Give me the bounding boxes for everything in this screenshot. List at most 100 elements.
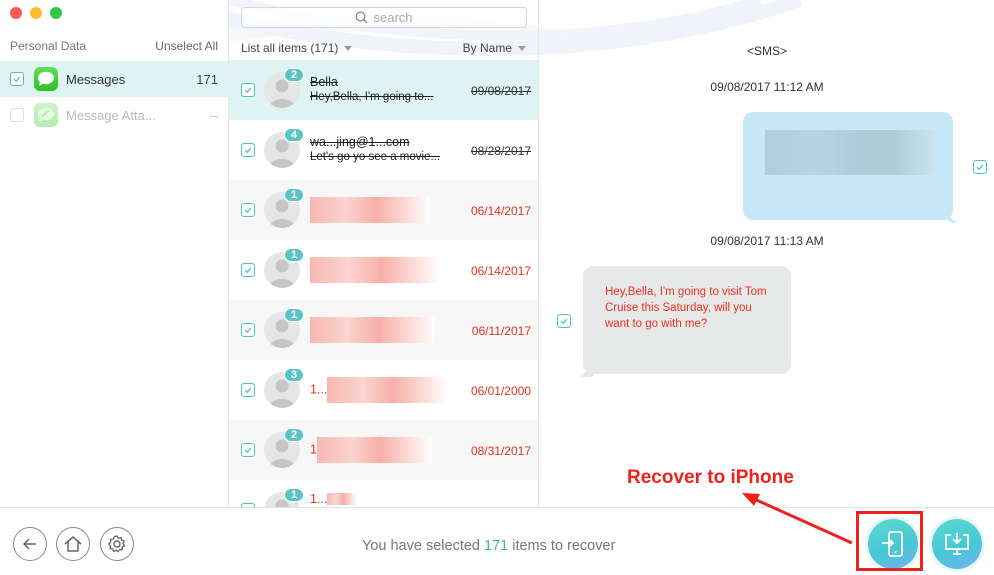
recover-to-computer-button[interactable]	[932, 519, 982, 569]
status-prefix: You have selected	[362, 538, 485, 554]
list-item[interactable]: 4 wa...jing@1...com Let's go yo see a mo…	[229, 120, 538, 180]
message-attachments-checkbox[interactable]	[10, 108, 24, 122]
unselect-all-button[interactable]: Unselect All	[155, 39, 218, 53]
contact-name: Bella	[310, 75, 338, 89]
messages-icon	[34, 67, 58, 91]
message-date: 06/11/2017	[471, 324, 531, 338]
message-text: Hey,Bella, I'm going to visit Tom Cruise…	[605, 286, 767, 330]
selection-status: You have selected 171 items to recover	[362, 538, 615, 554]
redacted-contact	[310, 197, 430, 223]
check-icon	[13, 76, 21, 83]
sidebar-header: Personal Data Unselect All	[10, 39, 218, 53]
message-count-badge: 1	[284, 188, 304, 202]
message-count-badge: 2	[284, 68, 304, 82]
search-icon	[356, 11, 368, 24]
contact-name: 1...	[310, 491, 328, 506]
conversation-pane: <SMS> 09/08/2017 11:12 AM 09/08/2017 11:…	[540, 0, 994, 507]
redacted-contact	[327, 493, 358, 506]
close-window-button[interactable]	[10, 7, 22, 19]
message-checkbox[interactable]	[557, 314, 571, 328]
message-count-badge: 1	[284, 248, 304, 262]
message-list-pane: search List all items (171) By Name 2 Be…	[229, 0, 539, 507]
check-icon	[244, 327, 252, 334]
list-item[interactable]: 2 1 08/31/2017	[229, 420, 538, 480]
incoming-message-bubble: Hey,Bella, I'm going to visit Tom Cruise…	[583, 266, 791, 374]
redacted-contact	[310, 257, 440, 283]
redacted-message-text	[765, 130, 935, 175]
message-date: 09/08/2017	[470, 84, 531, 98]
chevron-down-icon	[518, 46, 526, 52]
back-button[interactable]	[13, 527, 47, 561]
sidebar-item-count: 171	[196, 71, 218, 87]
redacted-contact	[316, 437, 432, 463]
personal-data-label: Personal Data	[10, 39, 87, 53]
selected-count: 171	[484, 538, 509, 554]
list-item[interactable]: 1 06/11/2017	[229, 300, 538, 360]
message-checkbox[interactable]	[973, 160, 987, 174]
recover-to-computer-icon	[945, 533, 969, 555]
check-icon	[560, 318, 568, 325]
messages-checkbox[interactable]	[10, 72, 24, 86]
list-item[interactable]: 2 Bella Hey,Bella, I'm going to... 09/08…	[229, 60, 538, 120]
check-icon	[244, 267, 252, 274]
outgoing-message-bubble	[743, 112, 953, 220]
search-input[interactable]: search	[241, 7, 527, 28]
sidebar-item-messages[interactable]: Messages 171	[0, 61, 228, 97]
check-icon	[244, 207, 252, 214]
list-header: List all items (171) By Name	[241, 41, 526, 55]
sidebar: Personal Data Unselect All Messages 171 …	[0, 0, 229, 507]
list-item[interactable]: 1 06/14/2017	[229, 240, 538, 300]
message-count-badge: 4	[284, 128, 304, 142]
settings-button[interactable]	[100, 527, 134, 561]
annotation-label: Recover to iPhone	[627, 467, 794, 488]
check-icon	[244, 87, 252, 94]
list-item[interactable]: 1 1...	[229, 480, 538, 507]
row-checkbox[interactable]	[241, 143, 255, 157]
row-checkbox[interactable]	[241, 443, 255, 457]
check-icon	[244, 147, 252, 154]
row-checkbox[interactable]	[241, 203, 255, 217]
contact-name: wa...jing@1...com	[310, 135, 410, 149]
window-controls	[10, 7, 62, 19]
sidebar-item-message-attachments[interactable]: Message Atta... --	[0, 97, 228, 133]
message-timestamp: 09/08/2017 11:13 AM	[710, 234, 824, 248]
filter-dropdown[interactable]: List all items (171)	[241, 41, 353, 55]
filter-label: List all items (171)	[241, 41, 339, 55]
sidebar-item-label: Messages	[66, 71, 126, 87]
status-suffix: items to recover	[508, 538, 616, 554]
message-date: 06/01/2000	[470, 384, 531, 398]
list-item[interactable]: 3 1... 06/01/2000	[229, 360, 538, 420]
search-placeholder: search	[373, 10, 413, 25]
row-checkbox[interactable]	[241, 323, 255, 337]
row-checkbox[interactable]	[241, 83, 255, 97]
conversation-title: <SMS>	[746, 44, 788, 58]
home-icon	[64, 536, 82, 552]
conversation-list: 2 Bella Hey,Bella, I'm going to... 09/08…	[229, 60, 538, 507]
recover-to-device-button[interactable]	[868, 519, 918, 569]
list-item[interactable]: 1 06/14/2017	[229, 180, 538, 240]
home-button[interactable]	[56, 527, 90, 561]
contact-name: 1...	[310, 382, 328, 397]
sort-dropdown[interactable]: By Name	[463, 41, 526, 55]
row-checkbox[interactable]	[241, 383, 255, 397]
contact-name: 1	[310, 442, 317, 457]
message-attachment-icon	[34, 103, 58, 127]
row-checkbox[interactable]	[241, 263, 255, 277]
message-date: 06/14/2017	[470, 204, 531, 218]
sort-label: By Name	[462, 41, 512, 55]
recover-to-device-icon	[882, 531, 903, 557]
check-icon	[244, 447, 252, 454]
back-icon	[22, 538, 36, 550]
sidebar-item-count: --	[209, 107, 218, 123]
minimize-window-button[interactable]	[30, 7, 42, 19]
message-count-badge: 2	[284, 428, 304, 442]
message-timestamp: 09/08/2017 11:12 AM	[710, 80, 824, 94]
zoom-window-button[interactable]	[50, 7, 62, 19]
message-snippet: Hey,Bella, I'm going to...	[310, 91, 434, 103]
annotation-arrow	[742, 493, 853, 545]
gear-icon	[108, 535, 126, 553]
message-count-badge: 1	[284, 308, 304, 322]
chevron-down-icon	[344, 46, 353, 52]
redacted-contact	[327, 377, 448, 403]
message-count-badge: 1	[284, 488, 304, 502]
